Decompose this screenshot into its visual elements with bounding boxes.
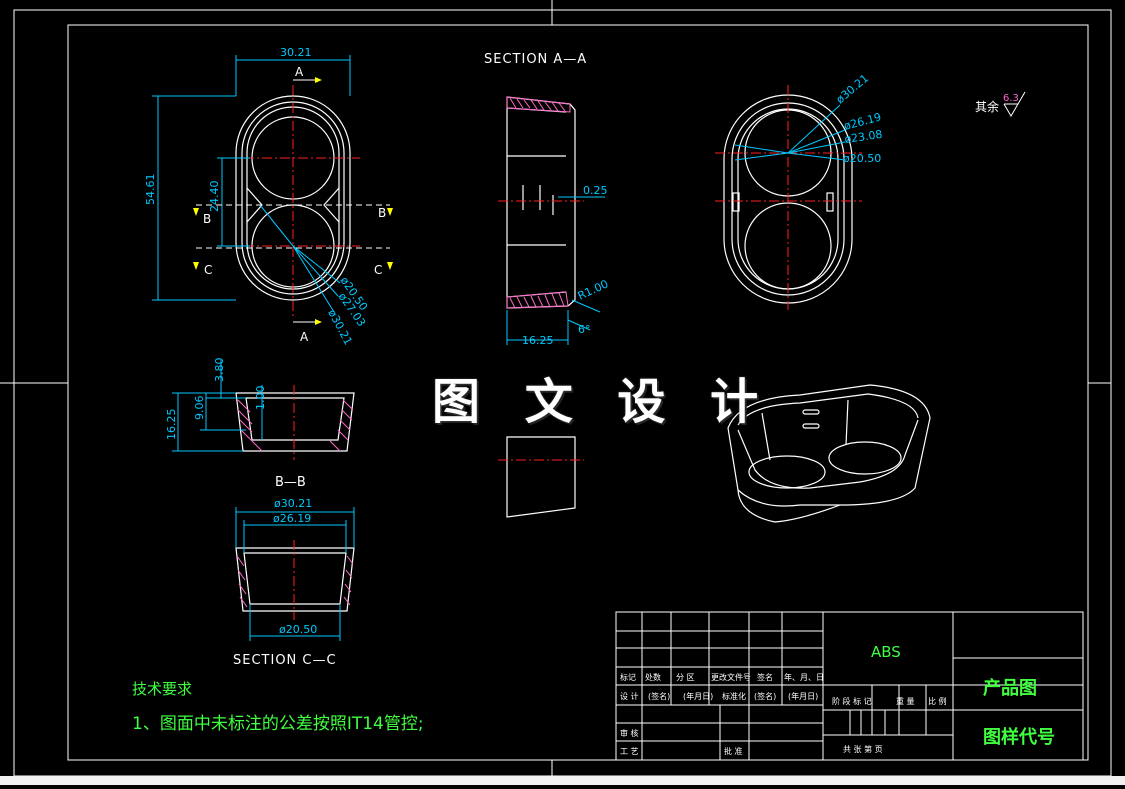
dim-wall: 0.25	[583, 184, 608, 197]
bottom-dia-1: ø30.21	[834, 72, 872, 107]
notes-line-1: 1、图面中未标注的公差按照IT14管控;	[132, 714, 424, 734]
rev-header-4: 签名	[757, 672, 773, 682]
rev-header-5: 年、月、日	[784, 672, 824, 682]
dim-width: 30.21	[280, 46, 312, 59]
rev-header-1: 处数	[645, 672, 661, 682]
bottom-view: ø30.21 ø26.19 ø23.08 ø20.50	[715, 72, 883, 310]
section-cc-title: SECTION C—C	[233, 653, 337, 668]
top-view: 30.21 54.61 24.40 ø20.50 ø27.03 ø30.21 A…	[144, 46, 393, 347]
stage-header-1: 重 量	[896, 696, 915, 706]
dim-bb-c: 1.00	[254, 386, 267, 411]
dim-angle: 6°	[578, 323, 591, 336]
cut-label-b-left: B	[203, 212, 211, 226]
rev-header-2: 分 区	[676, 673, 695, 682]
dim-radius: R1.00	[576, 277, 611, 302]
sign-row-1: (签名)	[648, 691, 670, 701]
section-bb-view: 16.25 3.80 9.06 1.00 B—B	[165, 358, 355, 490]
notes-heading: 技术要求	[132, 680, 192, 698]
approve-label: 批 准	[724, 746, 743, 756]
roughness-label: 其余	[975, 99, 999, 114]
section-bb-title: B—B	[275, 475, 306, 490]
stage-header-2: 比 例	[928, 696, 947, 706]
watermark: 图 文 设 计	[432, 374, 773, 430]
cut-label-a-top: A	[295, 65, 304, 79]
review-label: 审 核	[620, 728, 639, 738]
cut-label-c-right: C	[374, 263, 382, 277]
section-aa-title: SECTION A—A	[484, 52, 587, 67]
cut-label-b-right: B	[378, 206, 386, 220]
section-aa-view: SECTION A—A 0.25 R1.00 6° 16.25	[484, 52, 611, 518]
dim-pitch: 24.40	[208, 181, 221, 213]
cut-label-a-bottom: A	[300, 330, 309, 344]
stage-header-0: 阶 段 标 记	[832, 696, 872, 706]
sign-row-3: 标准化	[722, 691, 746, 701]
rev-header-3: 更改文件号	[711, 672, 751, 682]
screen-bottom-strip	[0, 776, 1125, 785]
dim-bb-b: 9.06	[193, 396, 206, 421]
process-label: 工 艺	[620, 747, 639, 756]
bottom-dia-4: ø20.50	[843, 152, 881, 165]
dim-length: 54.61	[144, 174, 157, 206]
product-name: 产品图	[983, 677, 1037, 699]
dim-height-aa: 16.25	[522, 334, 554, 347]
dim-height-bb: 16.25	[165, 409, 178, 441]
title-block: ABS 产品图 图样代号 标记 处数 分 区 更改文件号 签名 年、月、日 设 …	[615, 611, 1084, 761]
roughness-symbol: 其余 6.3	[975, 91, 1026, 117]
technical-notes: 技术要求 1、图面中未标注的公差按照IT14管控;	[132, 680, 424, 734]
sign-row-4: (签名)	[754, 691, 776, 701]
cc-dim-mid: ø26.19	[273, 512, 311, 525]
material-label: ABS	[871, 643, 901, 661]
cut-label-c-left: C	[204, 263, 212, 277]
sign-row-0: 设 计	[620, 691, 639, 701]
section-cc-view: ø30.21 ø26.19 ø20.50 SECTION C—C	[233, 497, 355, 668]
sign-row-2: (年月日)	[683, 691, 713, 701]
sign-row-5: (年月日)	[788, 691, 818, 701]
dim-bb-a: 3.80	[213, 358, 226, 383]
sheet-info: 共 张 第 页	[843, 744, 883, 754]
cc-dim-top: ø30.21	[274, 497, 312, 510]
rev-header-0: 标记	[620, 672, 636, 682]
roughness-value: 6.3	[1003, 93, 1019, 104]
cc-dim-bottom: ø20.50	[279, 623, 317, 636]
drawing-code: 图样代号	[983, 726, 1055, 748]
drawing-sheet: 30.21 54.61 24.40 ø20.50 ø27.03 ø30.21 A…	[0, 0, 1125, 785]
